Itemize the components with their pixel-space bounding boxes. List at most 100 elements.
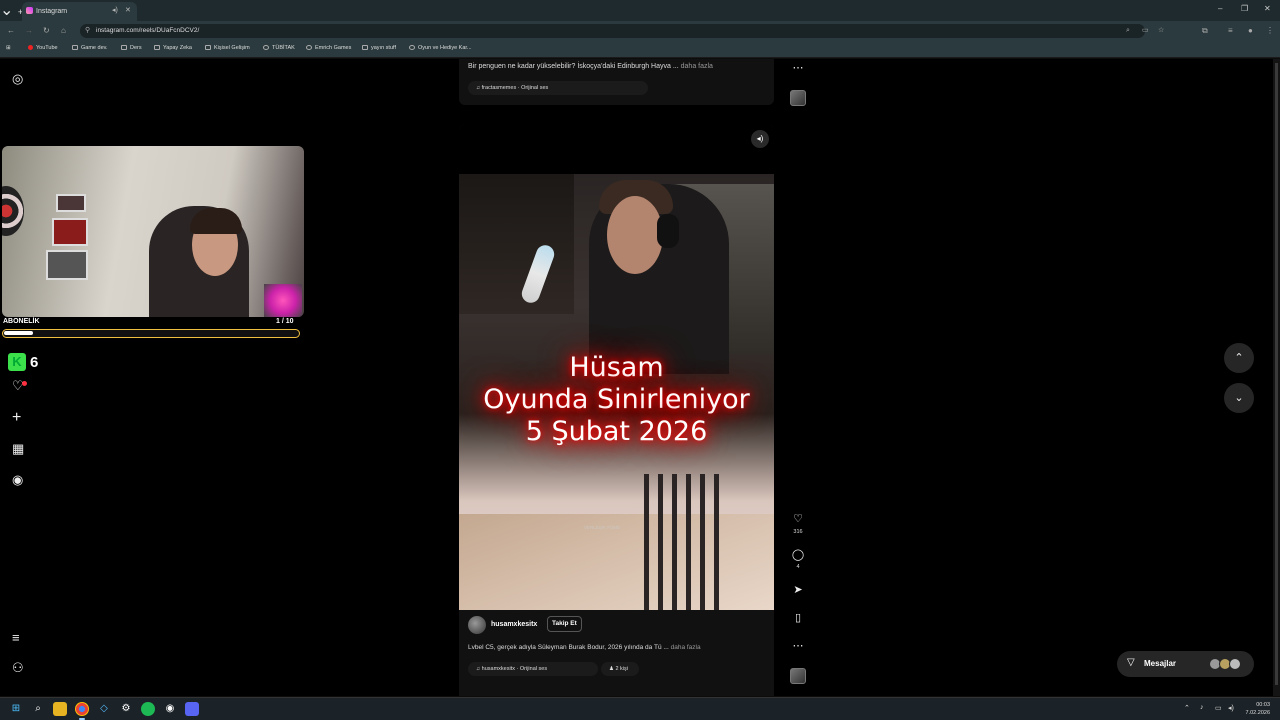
subscription-goal-count: 1 / 10 (276, 318, 294, 325)
subscription-goal-bar (2, 329, 300, 338)
extensions-icon[interactable]: ⧉ (1202, 26, 1208, 36)
bookmark-yapay-zeka[interactable]: Yapay Zeka (154, 45, 192, 51)
chrome-icon[interactable] (75, 702, 89, 716)
bookmark-yayin-stuff[interactable]: yayın stuff (362, 45, 396, 51)
address-bar-row: ← → ↻ ⌂ ⚲ instagram.com/reels/DUaFcnDCV2… (0, 21, 1280, 41)
video-watermark: VERLEŞİK FÜME (584, 525, 621, 530)
tab-title: Instagram (36, 8, 68, 15)
folder-icon (72, 45, 78, 50)
obs-icon[interactable]: ◉ (163, 702, 177, 716)
discord-icon[interactable] (185, 702, 199, 716)
bookmark-oyun-hediye[interactable]: Oyun ve Hediye Kar... (409, 45, 472, 51)
steam-icon[interactable]: ⚙ (119, 702, 133, 716)
more-options-icon[interactable]: ⋯ (791, 639, 805, 652)
search-icon[interactable]: ⌕ (31, 702, 45, 716)
previous-reel-info: Bir penguen ne kadar yükselebilir? İskoç… (459, 59, 774, 105)
wall-poster (52, 218, 88, 246)
tab-search-panel-icon[interactable]: ≡ (1228, 26, 1233, 35)
instagram-logo-icon[interactable]: ◎ (12, 71, 23, 87)
streamer-hair (190, 208, 242, 234)
previous-more-link[interactable]: daha fazla (681, 63, 713, 70)
tagged-people-chip[interactable]: ♟ 2 kişi (601, 662, 639, 676)
bookmark-star-icon[interactable]: ☆ (1158, 24, 1164, 38)
like-count: 316 (793, 529, 803, 535)
spotify-icon[interactable] (141, 702, 155, 716)
previous-audio-chip[interactable]: ♫ fractasmemes · Orijinal ses (468, 81, 648, 95)
restore-icon[interactable]: ❐ (1241, 4, 1248, 13)
volume-toggle-icon[interactable]: ◂) (751, 130, 769, 148)
previous-reel-button[interactable]: ⌃ (1224, 343, 1254, 373)
forward-icon[interactable]: → (25, 26, 33, 35)
audio-thumb[interactable] (790, 668, 806, 684)
speaker-icon[interactable]: ◂) (112, 6, 118, 14)
instagram-page: ◎ ♡ + ▦ ◉ ≡ ⚇ ABONELİK 1 / 10 K 6 Bir pe (0, 59, 1280, 696)
back-icon[interactable]: ← (7, 26, 15, 35)
site-info-icon[interactable]: ⚲ (85, 24, 90, 38)
tab-close-icon[interactable]: ✕ (125, 6, 131, 14)
bookmark-tubitak[interactable]: TÜBİTAK (263, 45, 295, 51)
folder-icon (362, 45, 368, 50)
previous-audio-thumb[interactable] (790, 90, 806, 106)
dartboard (2, 186, 24, 236)
wall-poster (56, 194, 86, 212)
vscode-icon[interactable]: ◇ (97, 702, 111, 716)
url-field[interactable]: ⚲ instagram.com/reels/DUaFcnDCV2/ ⌕ ▭ ☆ (80, 24, 1164, 38)
home-icon[interactable]: ⌂ (61, 26, 66, 35)
audio-chip[interactable]: ♫ husamxkesitx · Orijinal ses (468, 662, 598, 676)
folder-icon (154, 45, 160, 50)
bookmark-kisisel-gelisim[interactable]: Kişisel Gelişim (205, 45, 250, 51)
comment-icon[interactable]: ◯ (791, 548, 805, 561)
overlay-line-2: Oyunda Sinirleniyor (483, 384, 750, 415)
share-send-icon[interactable]: ➤ (791, 583, 805, 596)
url-text: instagram.com/reels/DUaFcnDCV2/ (96, 27, 200, 34)
reload-icon[interactable]: ↻ (43, 26, 50, 35)
bookmark-youtube[interactable]: YouTube (28, 45, 58, 51)
create-plus-icon[interactable]: + (12, 409, 21, 427)
current-reel[interactable]: Hüsam Oyunda Sinirleniyor 5 Şubat 2026 V… (459, 124, 774, 696)
system-clock[interactable]: 00:03 7.02.2026 (1244, 701, 1270, 717)
video-title-overlay: Hüsam Oyunda Sinirleniyor 5 Şubat 2026 (459, 352, 774, 448)
network-icon[interactable]: ▭ (1215, 704, 1222, 712)
start-windows-icon[interactable]: ⊞ (9, 702, 23, 716)
file-explorer-icon[interactable] (53, 702, 67, 716)
scroll-thumb[interactable] (1275, 63, 1278, 685)
bookmark-game-dev[interactable]: Game dev. (72, 45, 108, 51)
follow-button[interactable]: Takip Et (547, 616, 582, 632)
like-heart-icon[interactable]: ♡ (791, 512, 805, 525)
volume-icon[interactable]: ◂) (1228, 704, 1234, 712)
messages-button[interactable]: ▽ Mesajlar (1117, 651, 1254, 677)
meta-apps-icon[interactable]: ⚇ (12, 660, 24, 676)
bookmark-ders[interactable]: Ders (121, 45, 142, 51)
bookmarks-bar: ⊞ YouTube Game dev. Ders Yapay Zeka Kişi… (0, 41, 1280, 58)
author-avatar[interactable] (468, 616, 486, 634)
clock-time: 00:03 (1256, 702, 1270, 708)
chevron-down-icon: ⌄ (1234, 392, 1244, 404)
next-reel-button[interactable]: ⌄ (1224, 383, 1254, 413)
profile-avatar-icon[interactable]: ◉ (12, 472, 23, 488)
bookmark-emrich-games[interactable]: Emrich Games (306, 45, 351, 51)
profile-avatar-icon[interactable]: ● (1248, 26, 1253, 35)
apps-icon[interactable]: ⊞ (6, 45, 11, 51)
scene-face (607, 196, 663, 274)
window-close-icon[interactable]: ✕ (1264, 4, 1271, 13)
browser-menu-icon[interactable]: ⋮ (1266, 26, 1274, 35)
dashboard-icon[interactable]: ▦ (12, 441, 24, 457)
microphone-icon[interactable]: ♪ (1200, 704, 1204, 711)
previous-more-options-icon[interactable]: ⋯ (791, 61, 805, 74)
tab-instagram[interactable]: Instagram ◂) ✕ (22, 2, 137, 21)
minimize-icon[interactable]: – (1218, 4, 1222, 13)
author-username[interactable]: husamxkesitx (491, 621, 537, 628)
tray-overflow-icon[interactable]: ⌃ (1184, 704, 1190, 712)
notifications-heart-icon[interactable]: ♡ (12, 378, 24, 394)
tab-search-icon[interactable]: ⌄ (0, 2, 13, 19)
reel-video[interactable]: Hüsam Oyunda Sinirleniyor 5 Şubat 2026 V… (459, 124, 774, 610)
comment-count: 4 (796, 564, 800, 570)
save-bookmark-icon[interactable]: ▯ (791, 611, 805, 624)
windows-taskbar: ⊞ ⌕ ◇ ⚙ ◉ ⌃ ♪ ▭ ◂) 00:03 7.02.2026 (0, 697, 1280, 720)
zoom-icon[interactable]: ⌕ (1126, 24, 1130, 38)
more-menu-icon[interactable]: ≡ (12, 630, 20, 645)
more-link[interactable]: daha fazla (671, 644, 701, 651)
message-avatar (1229, 658, 1241, 670)
cast-icon[interactable]: ▭ (1142, 24, 1149, 38)
page-scrollbar[interactable] (1273, 59, 1280, 696)
